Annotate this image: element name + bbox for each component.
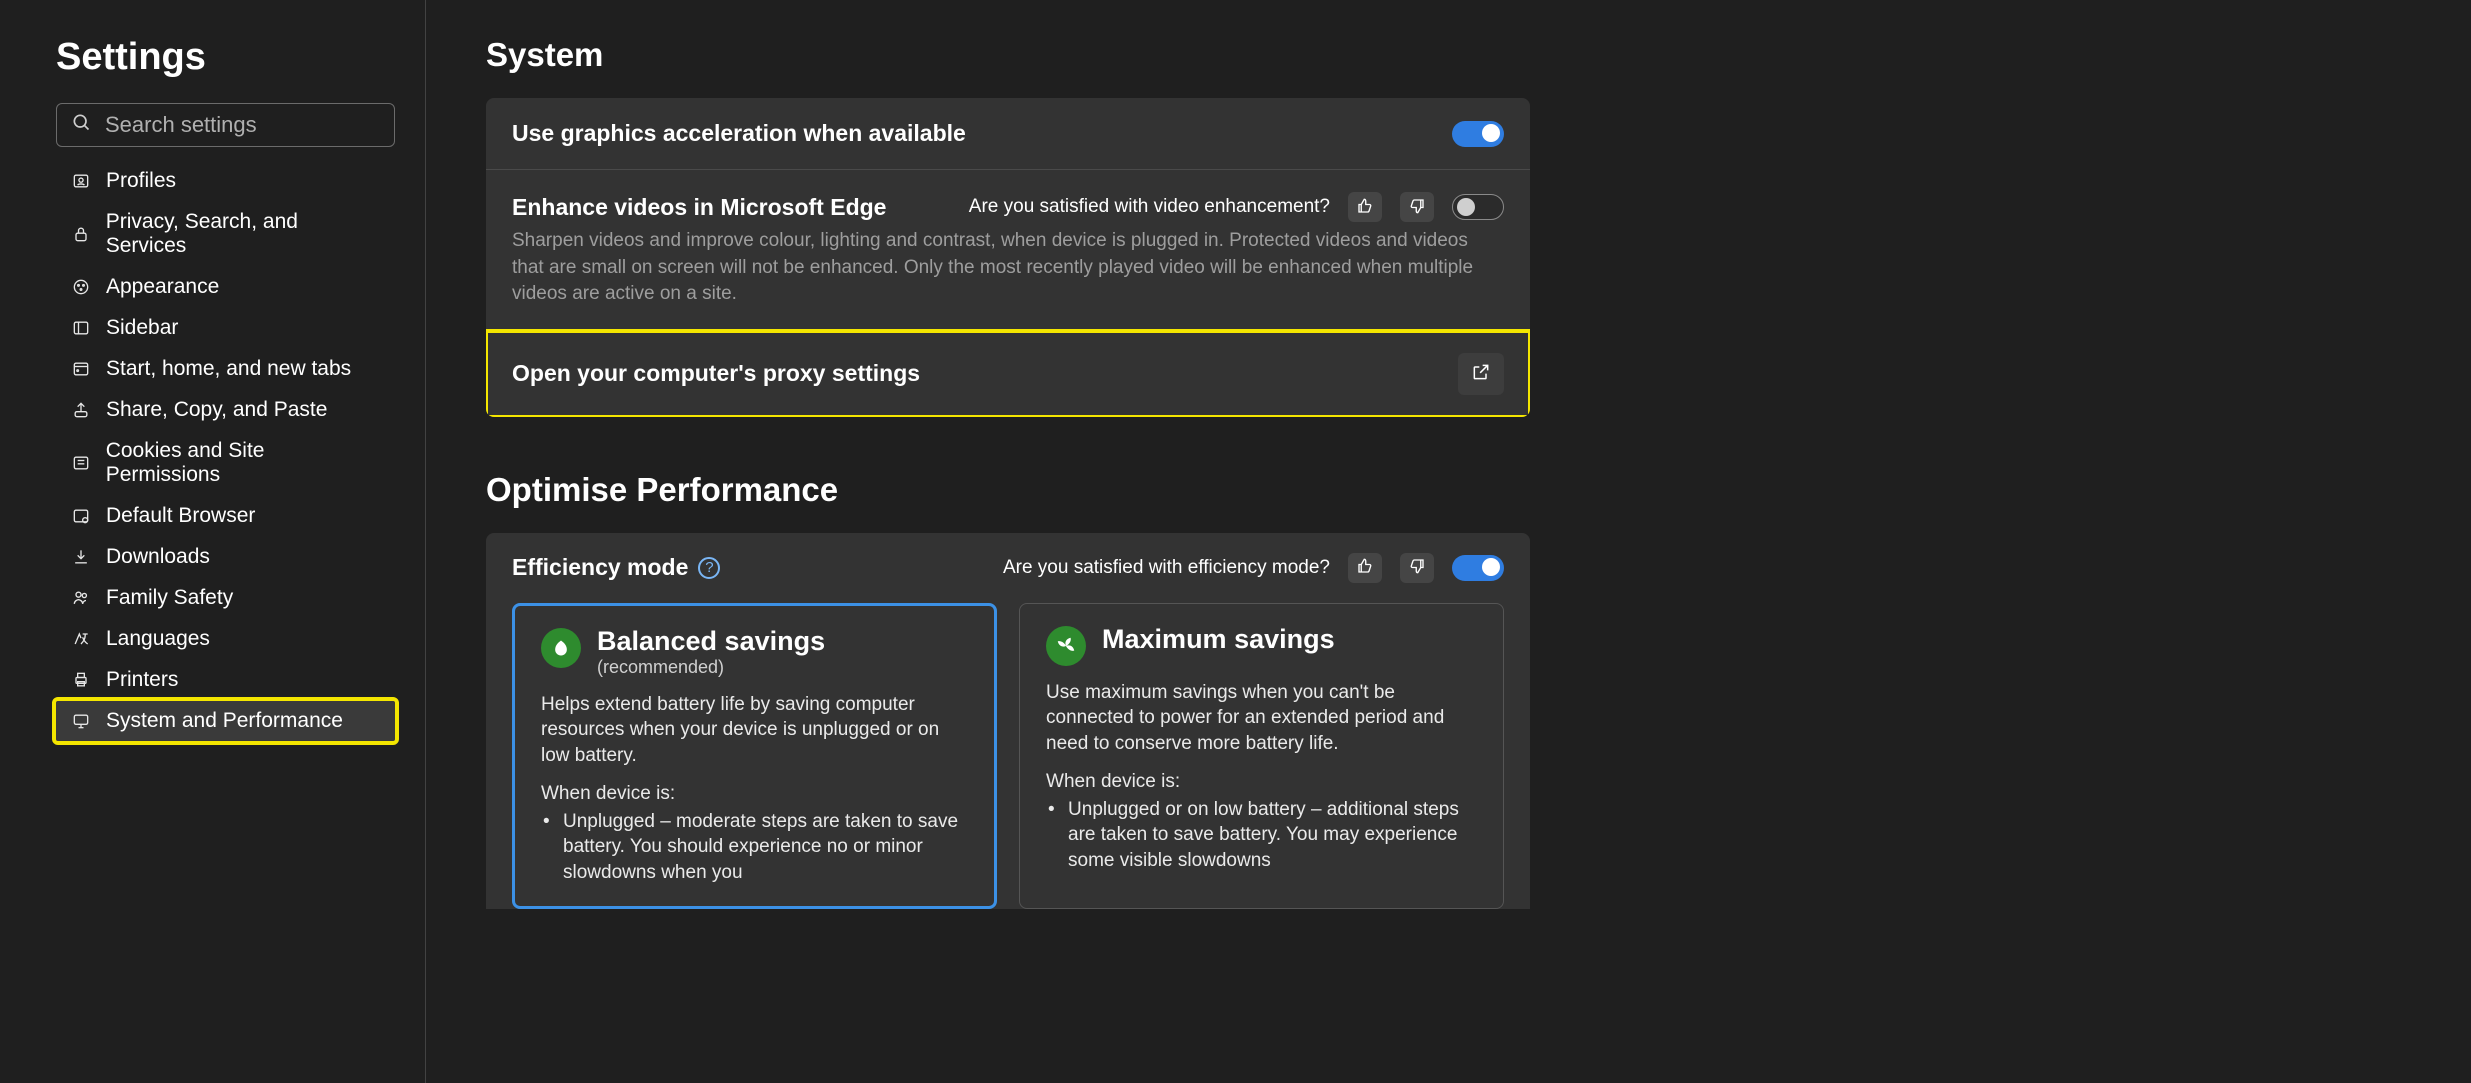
row-description: Sharpen videos and improve colour, light… <box>512 228 1504 308</box>
sidebar-item-privacy[interactable]: Privacy, Search, and Services <box>56 202 395 266</box>
card-description: Use maximum savings when you can't be co… <box>1046 680 1477 757</box>
row-enhance-videos: Enhance videos in Microsoft Edge Are you… <box>486 170 1530 331</box>
sidebar-item-printers[interactable]: Printers <box>56 660 395 700</box>
card-bullets: Unplugged or on low battery – additional… <box>1046 797 1477 874</box>
profile-icon <box>70 170 92 192</box>
sidebar-item-share[interactable]: Share, Copy, and Paste <box>56 390 395 430</box>
sidebar-item-label: Printers <box>106 668 178 692</box>
language-icon <box>70 628 92 650</box>
main-content: System Use graphics acceleration when av… <box>426 0 2471 1083</box>
lock-icon <box>70 223 92 245</box>
printer-icon <box>70 669 92 691</box>
sidebar-item-system-performance[interactable]: System and Performance <box>56 701 395 741</box>
feedback-question: Are you satisfied with efficiency mode? <box>1003 557 1330 579</box>
family-icon <box>70 587 92 609</box>
cookies-icon <box>70 452 92 474</box>
thumbs-up-icon <box>1356 197 1374 218</box>
thumbs-down-button[interactable] <box>1400 192 1434 222</box>
sidebar-item-label: Languages <box>106 627 210 651</box>
row-gpu-acceleration: Use graphics acceleration when available <box>486 98 1530 170</box>
sidebar-item-family[interactable]: Family Safety <box>56 578 395 618</box>
section-title-system: System <box>486 36 2471 74</box>
settings-sidebar: Settings Profiles Privacy, Search, and S… <box>0 0 426 1083</box>
card-bullets: Unplugged – moderate steps are taken to … <box>541 809 968 886</box>
start-icon <box>70 358 92 380</box>
leaf-fan-icon <box>1046 626 1086 666</box>
search-input[interactable] <box>105 112 380 138</box>
sidebar-title: Settings <box>56 36 395 79</box>
help-icon[interactable]: ? <box>698 557 720 579</box>
external-link-icon <box>1471 362 1491 385</box>
gpu-acceleration-toggle[interactable] <box>1452 121 1504 147</box>
system-panel: Use graphics acceleration when available… <box>486 98 1530 417</box>
efficiency-panel: Efficiency mode ? Are you satisfied with… <box>486 533 1530 909</box>
download-icon <box>70 546 92 568</box>
system-icon <box>70 710 92 732</box>
sidebar-item-start[interactable]: Start, home, and new tabs <box>56 349 395 389</box>
thumbs-up-icon <box>1356 557 1374 578</box>
sidebar-icon <box>70 317 92 339</box>
leaf-icon <box>541 628 581 668</box>
thumbs-down-icon <box>1408 197 1426 218</box>
sidebar-item-label: Downloads <box>106 545 210 569</box>
sidebar-item-label: System and Performance <box>106 709 343 733</box>
thumbs-down-icon <box>1408 557 1426 578</box>
card-bullet: Unplugged or on low battery – additional… <box>1046 797 1477 874</box>
search-icon <box>71 112 91 138</box>
row-title: Enhance videos in Microsoft Edge <box>512 194 886 221</box>
sidebar-item-label: Share, Copy, and Paste <box>106 398 327 422</box>
sidebar-item-profiles[interactable]: Profiles <box>56 161 395 201</box>
efficiency-mode-toggle[interactable] <box>1452 555 1504 581</box>
share-icon <box>70 399 92 421</box>
sidebar-item-cookies[interactable]: Cookies and Site Permissions <box>56 431 395 495</box>
thumbs-down-button[interactable] <box>1400 553 1434 583</box>
sidebar-nav: Profiles Privacy, Search, and Services A… <box>56 161 395 741</box>
card-when-label: When device is: <box>541 783 968 805</box>
thumbs-up-button[interactable] <box>1348 192 1382 222</box>
card-bullet: Unplugged – moderate steps are taken to … <box>541 809 968 886</box>
card-when-label: When device is: <box>1046 771 1477 793</box>
section-title-optimise: Optimise Performance <box>486 471 2471 509</box>
sidebar-item-sidebar[interactable]: Sidebar <box>56 308 395 348</box>
default-browser-icon <box>70 505 92 527</box>
card-title: Maximum savings <box>1102 624 1335 655</box>
sidebar-item-label: Default Browser <box>106 504 255 528</box>
open-external-button[interactable] <box>1458 353 1504 395</box>
sidebar-item-label: Profiles <box>106 169 176 193</box>
sidebar-item-label: Privacy, Search, and Services <box>106 210 381 258</box>
appearance-icon <box>70 276 92 298</box>
sidebar-item-label: Family Safety <box>106 586 233 610</box>
card-subtitle: (recommended) <box>597 657 825 678</box>
row-title: Use graphics acceleration when available <box>512 120 966 147</box>
sidebar-item-label: Cookies and Site Permissions <box>106 439 381 487</box>
card-description: Helps extend battery life by saving comp… <box>541 692 968 769</box>
card-balanced-savings[interactable]: Balanced savings (recommended) Helps ext… <box>512 603 997 909</box>
search-settings-field[interactable] <box>56 103 395 147</box>
enhance-videos-toggle[interactable] <box>1452 194 1504 220</box>
sidebar-item-downloads[interactable]: Downloads <box>56 537 395 577</box>
sidebar-item-label: Sidebar <box>106 316 178 340</box>
row-proxy-settings[interactable]: Open your computer's proxy settings <box>486 331 1530 417</box>
sidebar-item-languages[interactable]: Languages <box>56 619 395 659</box>
efficiency-mode-title: Efficiency mode <box>512 554 688 581</box>
sidebar-item-appearance[interactable]: Appearance <box>56 267 395 307</box>
thumbs-up-button[interactable] <box>1348 553 1382 583</box>
sidebar-item-label: Start, home, and new tabs <box>106 357 351 381</box>
row-title: Open your computer's proxy settings <box>512 360 920 387</box>
sidebar-item-label: Appearance <box>106 275 219 299</box>
sidebar-item-default-browser[interactable]: Default Browser <box>56 496 395 536</box>
card-maximum-savings[interactable]: Maximum savings Use maximum savings when… <box>1019 603 1504 909</box>
card-title: Balanced savings <box>597 626 825 657</box>
feedback-question: Are you satisfied with video enhancement… <box>969 196 1330 218</box>
